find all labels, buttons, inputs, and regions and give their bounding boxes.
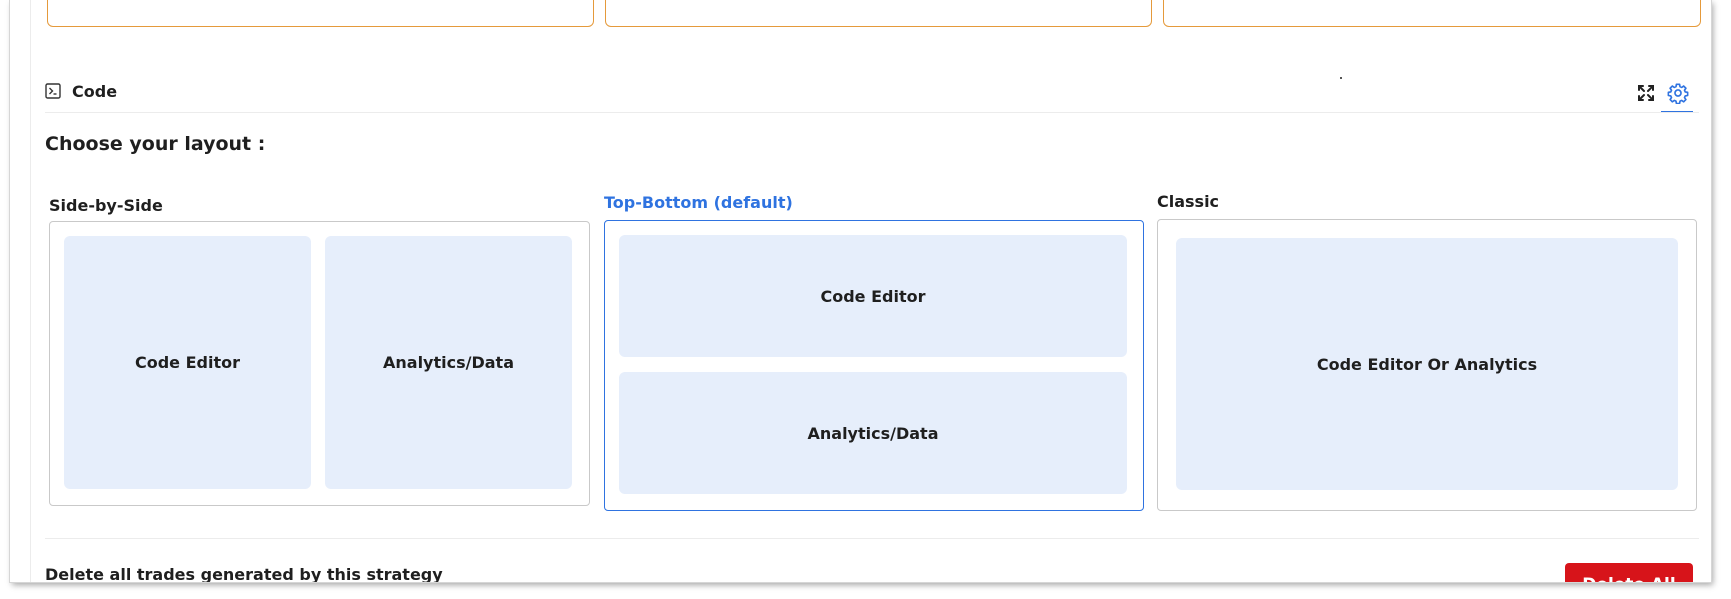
code-section-header: Code <box>45 80 117 102</box>
layout-option-classic-label[interactable]: Classic <box>1157 192 1219 211</box>
sidebar-divider <box>30 0 31 582</box>
delete-all-button[interactable]: Delete All <box>1565 563 1693 582</box>
layout-option-top-bottom[interactable]: Code Editor Analytics/Data <box>604 220 1144 511</box>
layout-option-side-by-side-label[interactable]: Side-by-Side <box>49 196 163 215</box>
layout-pane-code-editor-or-analytics: Code Editor Or Analytics <box>1176 238 1678 490</box>
summary-card-2 <box>605 0 1152 27</box>
summary-card-1 <box>47 0 594 27</box>
settings-icon[interactable] <box>1663 78 1693 108</box>
delete-trades-description: Delete all trades generated by this stra… <box>45 565 443 582</box>
section-divider <box>45 538 1699 539</box>
layout-option-top-bottom-label[interactable]: Top-Bottom (default) <box>604 193 793 212</box>
layout-pane-analytics: Analytics/Data <box>619 372 1127 494</box>
summary-card-3 <box>1163 0 1701 27</box>
layout-pane-analytics: Analytics/Data <box>325 236 572 489</box>
layout-option-side-by-side[interactable]: Code Editor Analytics/Data <box>49 221 590 506</box>
stray-mark <box>1340 77 1342 79</box>
terminal-icon <box>45 83 61 99</box>
code-section-title: Code <box>72 81 118 101</box>
layout-pane-code-editor: Code Editor <box>64 236 311 489</box>
layout-pane-code-editor: Code Editor <box>619 235 1127 357</box>
app-window: Code Choose your layout : Side-by-Side C… <box>10 0 1711 582</box>
layout-heading: Choose your layout : <box>45 133 266 155</box>
layout-option-classic[interactable]: Code Editor Or Analytics <box>1157 219 1697 511</box>
code-header-actions <box>1629 78 1693 108</box>
fullscreen-icon[interactable] <box>1631 78 1661 108</box>
header-divider <box>45 112 1699 113</box>
